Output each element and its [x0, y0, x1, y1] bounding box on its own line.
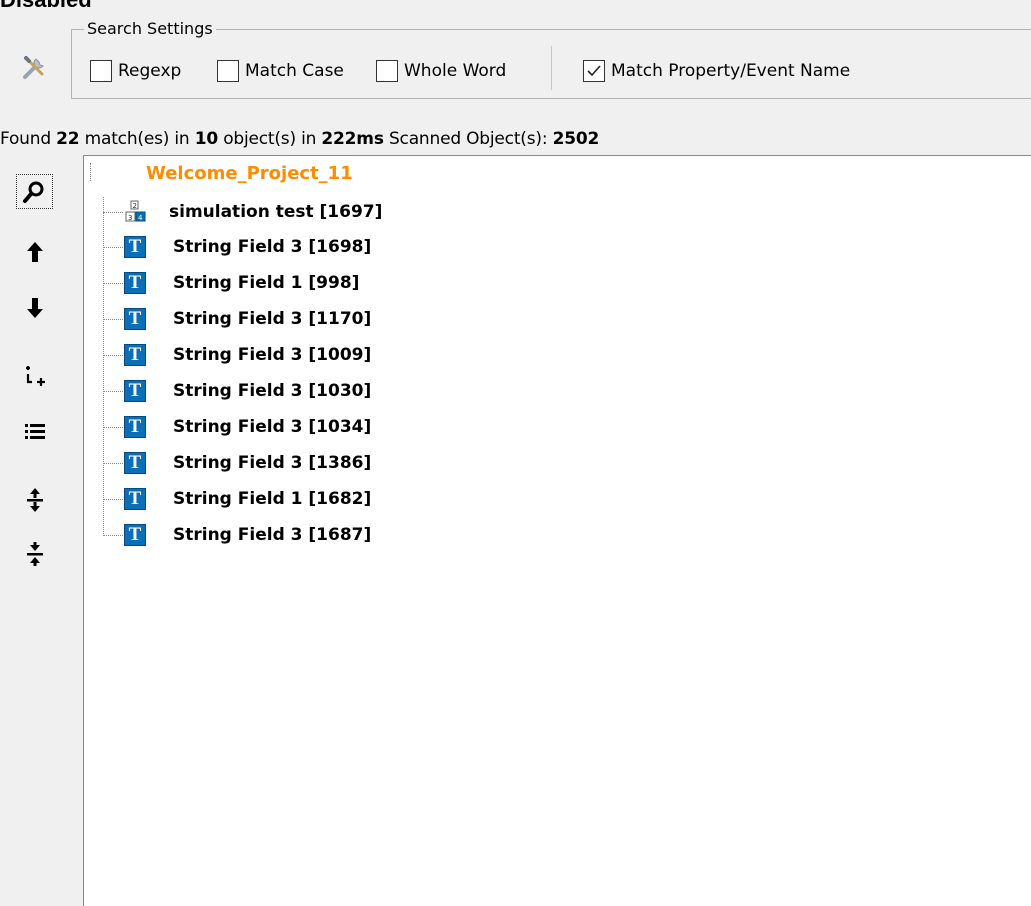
- tree-item-label: String Field 3 [1687]: [173, 525, 372, 545]
- tree-item[interactable]: T String Field 3 [1698]: [103, 232, 371, 262]
- match-property-event-checkbox[interactable]: Match Property/Event Name: [583, 58, 850, 84]
- tree-branch-line: [103, 462, 123, 464]
- text-field-icon: T: [124, 524, 146, 546]
- expand-children-button[interactable]: [18, 361, 52, 393]
- tree-item[interactable]: T String Field 1 [1682]: [103, 484, 371, 514]
- tree-item[interactable]: T String Field 3 [1170]: [103, 304, 371, 334]
- tree-branch-line: [103, 282, 123, 284]
- text-field-icon: T: [124, 452, 146, 474]
- tree-item-label: String Field 1 [1682]: [173, 489, 372, 509]
- match-property-event-label: Match Property/Event Name: [611, 61, 851, 81]
- tree-item-label: String Field 3 [1009]: [173, 345, 372, 365]
- tree-item-label: String Field 3 [1386]: [173, 453, 372, 473]
- whole-word-checkbox[interactable]: Whole Word: [376, 58, 506, 84]
- tree-branch-line: [103, 498, 123, 500]
- tree-item-label: String Field 3 [1698]: [173, 237, 372, 257]
- tree-branch-line: [103, 354, 123, 356]
- tree-item[interactable]: T String Field 3 [1386]: [103, 448, 371, 478]
- text-field-icon: T: [124, 272, 146, 294]
- wrench-screwdriver-icon[interactable]: [20, 52, 50, 82]
- match-case-label: Match Case: [245, 61, 344, 81]
- find-button[interactable]: [16, 174, 53, 209]
- text-field-icon: T: [124, 416, 146, 438]
- match-property-event-checkbox-box[interactable]: [583, 60, 605, 82]
- svg-text:4: 4: [138, 214, 143, 222]
- status-time: 222ms: [321, 129, 384, 149]
- match-case-checkbox-box[interactable]: [217, 60, 239, 82]
- tree-item[interactable]: T String Field 1 [998]: [103, 268, 359, 298]
- text-field-icon: T: [124, 308, 146, 330]
- tree-branch-line: [103, 246, 123, 248]
- regexp-checkbox[interactable]: Regexp: [90, 58, 181, 84]
- tree-item[interactable]: T String Field 3 [1034]: [103, 412, 371, 442]
- whole-word-label: Whole Word: [404, 61, 507, 81]
- arrow-down-icon: [27, 298, 43, 318]
- tree-item[interactable]: T String Field 3 [1030]: [103, 376, 371, 406]
- status-scanned-text: Scanned Object(s):: [388, 129, 548, 149]
- tree-branch-line: [103, 390, 123, 392]
- tree-item[interactable]: T String Field 3 [1687]: [103, 520, 371, 550]
- expand-tree-icon: [26, 366, 45, 386]
- tree-branch-line: [103, 534, 123, 536]
- window-heading: Disabled: [0, 0, 92, 12]
- checkmark-icon: [587, 65, 601, 77]
- previous-match-button[interactable]: [18, 236, 52, 268]
- tree-item-label: String Field 3 [1034]: [173, 417, 372, 437]
- tree-root-connector: [90, 163, 91, 181]
- text-field-icon: T: [124, 488, 146, 510]
- expand-all-icon: [27, 488, 43, 512]
- next-match-button[interactable]: [18, 292, 52, 324]
- options-separator: [551, 46, 552, 90]
- magnifier-icon: [22, 181, 43, 203]
- tree-item-label: simulation test [1697]: [169, 202, 383, 222]
- expand-all-button[interactable]: [18, 484, 52, 516]
- svg-text:2: 2: [133, 202, 137, 210]
- tree-item-label: String Field 3 [1170]: [173, 309, 372, 329]
- regexp-checkbox-box[interactable]: [90, 60, 112, 82]
- status-found-prefix: Found: [0, 129, 51, 149]
- collapse-all-icon: [27, 542, 43, 566]
- tree-item[interactable]: 2 3 4 simulation test [1697]: [103, 197, 382, 227]
- tree-item-label: String Field 3 [1030]: [173, 381, 372, 401]
- tree-item-label: String Field 1 [998]: [173, 273, 360, 293]
- whole-word-checkbox-box[interactable]: [376, 60, 398, 82]
- search-status: Found 22 match(es) in 10 object(s) in 22…: [0, 129, 599, 149]
- text-field-icon: T: [124, 380, 146, 402]
- svg-text:3: 3: [128, 214, 132, 222]
- text-field-icon: T: [124, 344, 146, 366]
- regexp-label: Regexp: [118, 61, 182, 81]
- text-field-icon: T: [124, 236, 146, 258]
- status-scanned-count: 2502: [552, 129, 600, 149]
- match-case-checkbox[interactable]: Match Case: [217, 58, 344, 84]
- list-icon: [25, 424, 45, 439]
- arrow-up-icon: [27, 242, 43, 262]
- tree-branch-line: [103, 318, 123, 320]
- status-match-text: match(es) in: [84, 129, 190, 149]
- tree-branch-line: [103, 426, 123, 428]
- status-object-count: 10: [194, 129, 218, 149]
- search-settings-title: Search Settings: [84, 18, 216, 40]
- tree-branch-line: [103, 211, 123, 213]
- grid-screen-icon: 2 3 4: [124, 199, 146, 225]
- status-object-text: object(s) in: [223, 129, 317, 149]
- list-view-button[interactable]: [18, 415, 52, 447]
- tree-root-project[interactable]: Welcome_Project_11: [146, 163, 353, 184]
- collapse-all-button[interactable]: [18, 538, 52, 570]
- tree-item[interactable]: T String Field 3 [1009]: [103, 340, 371, 370]
- status-match-count: 22: [56, 129, 80, 149]
